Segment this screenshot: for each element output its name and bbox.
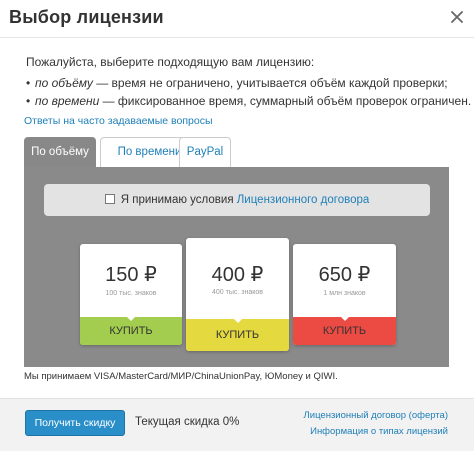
faq-link[interactable]: Ответы на часто задаваемые вопросы [24, 115, 213, 127]
card-notch [340, 317, 349, 321]
tab-panel: Я принимаю условия Лицензионного договор… [24, 167, 449, 367]
list-item: • по времени — фиксированное время, сумма… [26, 94, 471, 112]
plan-price: 150 ₽ [105, 264, 157, 286]
tab-by-volume[interactable]: По объёму [24, 137, 96, 167]
agreement-checkbox[interactable] [104, 194, 115, 204]
plan-card: 150 ₽ 100 тыс. знаков КУПИТЬ [80, 244, 182, 345]
license-agreement-link[interactable]: Лицензионного договора [237, 194, 370, 206]
bullet-desc: — фиксированное время, суммарный объём п… [99, 94, 472, 108]
tab-paypal[interactable]: PayPal [179, 137, 231, 167]
plan-card: 400 ₽ 400 тыс. знаков КУПИТЬ [186, 238, 289, 351]
bullet-desc: — время не ограничено, учитывается объём… [92, 76, 448, 90]
bullet-term: по времени [35, 94, 100, 108]
card-notch [127, 317, 135, 321]
dialog-header: Выбор лицензии [0, 0, 474, 38]
plan-quantity: 1 млн знаков [323, 290, 366, 297]
license-types-info-link[interactable]: Информация о типах лицензий [310, 426, 448, 437]
plan-quantity: 100 тыс. знаков [105, 290, 157, 297]
list-item: • по объёму — время не ограничено, учитыв… [26, 76, 471, 94]
bullet-term: по объёму [35, 76, 93, 90]
bullet-mark: • [26, 94, 31, 108]
license-offer-link[interactable]: Лицензионный договор (оферта) [304, 410, 448, 421]
intro-text: Пожалуйста, выберите подходящую вам лице… [26, 55, 315, 69]
plan-price: 650 ₽ [318, 264, 371, 286]
buy-button[interactable]: КУПИТЬ [80, 317, 182, 345]
current-discount: Текущая скидка 0% [135, 416, 240, 428]
buy-button[interactable]: КУПИТЬ [186, 319, 289, 351]
plan-price: 400 ₽ [211, 264, 264, 286]
close-icon[interactable] [450, 10, 464, 24]
card-notch [233, 319, 242, 323]
plan-card: 650 ₽ 1 млн знаков КУПИТЬ [293, 244, 396, 345]
plan-quantity: 400 тыс. знаков [212, 289, 263, 296]
license-type-list: • по объёму — время не ограничено, учитыв… [26, 76, 471, 112]
payment-methods-note: Мы принимаем VISA/MasterCard/МИР/ChinaUn… [24, 371, 338, 382]
agreement-text: Я принимаю условия [120, 194, 237, 206]
get-discount-button[interactable]: Получить скидку [25, 410, 125, 436]
bullet-mark: • [26, 76, 31, 90]
buy-button[interactable]: КУПИТЬ [293, 317, 396, 345]
agreement-box: Я принимаю условия Лицензионного договор… [44, 184, 430, 216]
dialog-footer: Получить скидку Текущая скидка 0% Лиценз… [0, 398, 474, 451]
dialog-title: Выбор лицензии [9, 7, 164, 27]
